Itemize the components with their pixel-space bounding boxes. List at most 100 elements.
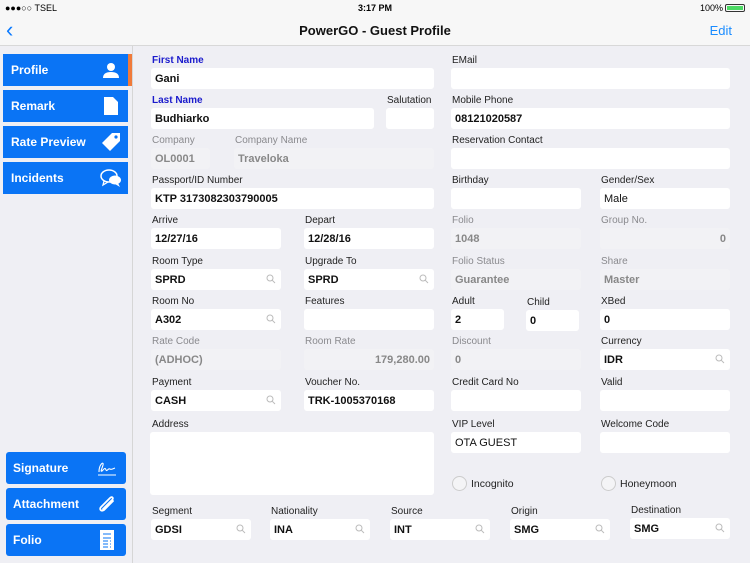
honeymoon-radio[interactable] [601,476,616,491]
incognito-radio[interactable] [452,476,467,491]
adult-label: Adult [452,296,475,307]
share-field: Master [600,269,730,290]
edit-button[interactable]: Edit [710,23,732,38]
sidebar-item-profile[interactable]: Profile [3,54,132,86]
birthday-field[interactable] [451,188,581,209]
adult-field[interactable]: 2 [451,309,504,330]
sidebar-item-label: Attachment [13,497,80,511]
email-label: EMail [452,55,478,66]
birthday-label: Birthday [452,175,489,186]
arrive-field[interactable]: 12/27/16 [151,228,281,249]
sidebar-item-remark[interactable]: Remark [3,90,128,122]
search-icon[interactable] [355,524,365,534]
payment-field[interactable]: CASH [151,390,281,411]
gender-field[interactable]: Male [600,188,730,209]
document-icon [100,95,122,117]
search-icon[interactable] [715,354,725,364]
origin-value: SMG [514,523,540,536]
last-name-label: Last Name [152,95,203,106]
group-no-label: Group No. [601,215,648,226]
reservation-contact-label: Reservation Contact [452,135,543,146]
gender-label: Gender/Sex [601,175,655,186]
search-icon[interactable] [266,395,276,405]
depart-field[interactable]: 12/28/16 [304,228,434,249]
sidebar-item-incidents[interactable]: Incidents [3,162,128,194]
room-no-value: A302 [155,313,182,326]
first-name-label: First Name [152,55,204,66]
xbed-field[interactable]: 0 [600,309,730,330]
segment-label: Segment [152,506,193,517]
valid-field[interactable] [600,390,730,411]
xbed-label: XBed [601,296,626,307]
attachment-button[interactable]: Attachment [6,488,126,520]
last-name-field[interactable]: Budhiarko [151,108,374,129]
currency-value: IDR [604,353,623,366]
upgrade-to-field[interactable]: SPRD [304,269,434,290]
first-name-field[interactable]: Gani [151,68,434,89]
search-icon[interactable] [715,523,725,533]
navigation-bar: ‹ PowerGO - Guest Profile Edit [0,16,750,46]
folio-label: Folio [452,215,474,226]
sidebar-item-label: Signature [13,461,69,475]
child-label: Child [527,297,550,308]
reservation-contact-field[interactable] [451,148,730,169]
welcome-code-field[interactable] [600,432,730,453]
clock: 3:17 PM [357,3,392,13]
sidebar-item-rate-preview[interactable]: Rate Preview [3,126,128,158]
page-title: PowerGO - Guest Profile [299,23,451,38]
folio-button[interactable]: Folio [6,524,126,556]
tag-icon [100,131,122,153]
vip-level-label: VIP Level [452,419,495,430]
destination-value: SMG [634,522,660,535]
credit-card-no-label: Credit Card No [452,377,519,388]
signature-button[interactable]: Signature [6,452,126,484]
source-field[interactable]: INT [390,519,490,540]
sidebar-item-label: Incidents [11,171,64,185]
address-label: Address [152,419,189,430]
segment-field[interactable]: GDSI [151,519,251,540]
search-icon[interactable] [595,524,605,534]
payment-value: CASH [155,394,187,407]
room-no-label: Room No [152,296,195,307]
vip-level-field[interactable]: OTA GUEST [451,432,581,453]
honeymoon-label: Honeymoon [620,478,677,490]
nationality-field[interactable]: INA [270,519,370,540]
credit-card-no-field[interactable] [451,390,581,411]
group-no-field: 0 [600,228,730,249]
room-type-field[interactable]: SPRD [151,269,281,290]
features-field[interactable] [304,309,434,330]
mobile-phone-label: Mobile Phone [452,95,514,106]
sidebar-item-label: Remark [11,99,56,113]
salutation-field[interactable] [386,108,434,129]
email-field[interactable] [451,68,730,89]
valid-label: Valid [601,377,623,388]
search-icon[interactable] [475,524,485,534]
origin-field[interactable]: SMG [510,519,610,540]
incognito-label: Incognito [471,478,514,490]
battery-icon [725,4,745,12]
currency-field[interactable]: IDR [600,349,730,370]
origin-label: Origin [511,506,538,517]
sidebar-item-label: Rate Preview [11,135,86,149]
voucher-no-field[interactable]: TRK-1005370168 [304,390,434,411]
search-icon[interactable] [266,274,276,284]
search-icon[interactable] [419,274,429,284]
features-label: Features [305,296,345,307]
child-field[interactable]: 0 [526,310,579,331]
rate-code-label: Rate Code [152,336,200,347]
room-type-value: SPRD [155,273,186,286]
currency-label: Currency [601,336,642,347]
search-icon[interactable] [236,524,246,534]
passport-field[interactable]: KTP 3173082303790005 [151,188,434,209]
room-no-field[interactable]: A302 [151,309,281,330]
battery-percent: 100% [699,3,723,13]
discount-label: Discount [452,336,491,347]
destination-field[interactable]: SMG [630,518,730,539]
upgrade-to-value: SPRD [308,273,339,286]
mobile-phone-field[interactable]: 08121020587 [451,108,730,129]
search-icon[interactable] [266,314,276,324]
welcome-code-label: Welcome Code [601,419,670,430]
depart-label: Depart [305,215,336,226]
person-icon [100,59,122,81]
address-field[interactable] [150,432,434,495]
